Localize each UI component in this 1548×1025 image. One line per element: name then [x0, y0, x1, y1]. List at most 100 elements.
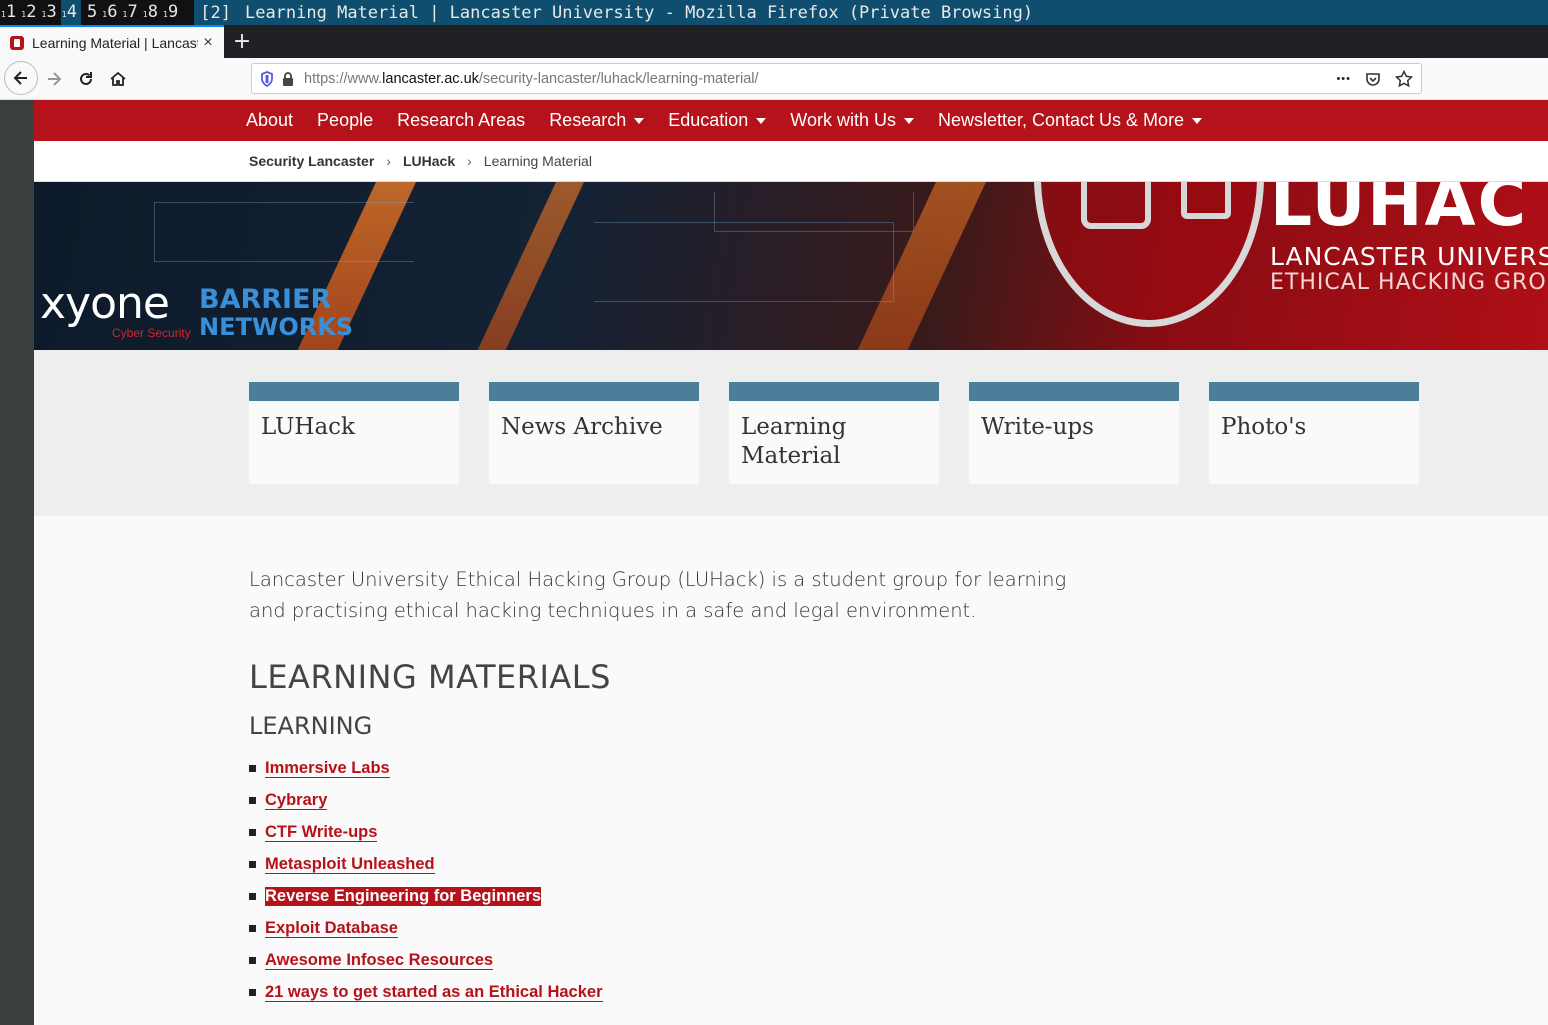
list-item: Awesome Infosec Resources: [249, 944, 1548, 976]
chevron-right-icon: ›: [467, 153, 472, 169]
square-bullet-icon: [249, 764, 256, 772]
banner-circuit-line: [154, 202, 414, 262]
home-button[interactable]: [102, 63, 134, 95]
left-sidebar-strip: [0, 100, 34, 1025]
caret-down-icon: [756, 117, 767, 124]
section-card-news-archive[interactable]: News Archive: [489, 382, 699, 484]
section-card-write-ups[interactable]: Write-ups: [969, 382, 1179, 484]
url-bar[interactable]: https://www.lancaster.ac.uk/security-lan…: [251, 63, 1422, 94]
workspace-window-marker: 1: [142, 10, 148, 19]
workspace-3[interactable]: 13: [41, 0, 61, 25]
square-bullet-icon: [249, 796, 256, 804]
square-bullet-icon: [249, 924, 256, 932]
section-card-title: Learning Material: [741, 414, 847, 469]
learning-resource-link[interactable]: CTF Write-ups: [265, 823, 378, 842]
main-content: Lancaster University Ethical Hacking Gro…: [34, 516, 1548, 1008]
browser-navigation-bar: https://www.lancaster.ac.uk/security-lan…: [0, 58, 1548, 100]
pocket-icon[interactable]: [1365, 71, 1381, 87]
workspace-6[interactable]: 16: [101, 0, 121, 25]
reload-button[interactable]: [70, 63, 102, 95]
workspace-window-marker: 1: [61, 10, 67, 19]
learning-resource-link[interactable]: Cybrary: [265, 791, 328, 810]
sitenav-item-research[interactable]: Research: [549, 110, 645, 131]
banner-circuit-line: [714, 192, 914, 232]
sitenav-item-label: People: [317, 110, 374, 130]
sitenav-item-research-areas[interactable]: Research Areas: [397, 110, 525, 131]
sitenav-item-education[interactable]: Education: [668, 110, 767, 131]
web-page: About People Research Areas Research Educati…: [34, 100, 1548, 1025]
section-card-photo-s[interactable]: Photo's: [1209, 382, 1419, 484]
forward-button[interactable]: [38, 63, 70, 95]
square-bullet-icon: [249, 892, 256, 900]
close-tab-icon[interactable]: ×: [198, 34, 218, 52]
browser-tab-active[interactable]: Learning Material | Lancaster University…: [0, 25, 224, 58]
learning-resource-link[interactable]: Metasploit Unleashed: [265, 855, 435, 874]
shield-lock-shape: [1081, 182, 1151, 229]
url-domain: lancaster.ac.uk: [382, 70, 479, 87]
sitenav-item-people[interactable]: People: [317, 110, 373, 131]
learning-resource-link[interactable]: 21 ways to get started as an Ethical Hac…: [265, 983, 603, 1002]
learning-resource-link[interactable]: Awesome Infosec Resources: [265, 951, 494, 970]
sitenav-item-label: Work with Us: [790, 110, 896, 130]
chevron-right-icon: ›: [386, 153, 391, 169]
workspace-number: 6: [107, 2, 118, 22]
learning-link-list: Immersive Labs Cybrary CTF Write-ups Metasp…: [249, 752, 1548, 1008]
bookmark-star-icon[interactable]: [1395, 69, 1413, 88]
workspace-7[interactable]: 17: [122, 0, 142, 25]
banner-stripe: [453, 182, 603, 350]
workspace-number: 8: [147, 2, 158, 22]
workspace-number: 3: [46, 2, 57, 22]
workspace-window-marker: 1: [41, 10, 47, 19]
new-tab-button[interactable]: +: [230, 25, 254, 58]
square-bullet-icon: [249, 828, 256, 836]
lock-icon[interactable]: [282, 71, 294, 86]
sitenav-item-label: Newsletter, Contact Us & More: [937, 110, 1185, 130]
back-button[interactable]: [4, 61, 38, 95]
workspace-1[interactable]: 11: [0, 0, 20, 25]
barrier-networks-logo-top: BARRIER: [199, 284, 332, 315]
workspace-2[interactable]: 12: [20, 0, 40, 25]
workspace-4[interactable]: 14: [60, 0, 81, 25]
workspace-list: 11121314516171819: [0, 0, 195, 25]
page-heading: LEARNING MATERIALS: [249, 658, 611, 696]
sitenav-item-work-with-us[interactable]: Work with Us: [790, 110, 914, 131]
luhack-shield-logo: [1034, 182, 1264, 327]
luhack-university-text: LANCASTER UNIVERSITY: [1270, 242, 1548, 271]
caret-down-icon: [1192, 117, 1203, 124]
shield-lock-shape: [1181, 182, 1231, 219]
section-cards: LUHack News Archive Learning Material Write…: [34, 350, 1548, 516]
section-card-luhack[interactable]: LUHack: [249, 382, 459, 484]
learning-resource-link[interactable]: Exploit Database: [265, 919, 398, 938]
url-path: /security-lancaster/luhack/learning-mate…: [478, 70, 759, 87]
sitenav-item-about[interactable]: About: [246, 110, 293, 131]
workspace-8[interactable]: 18: [142, 0, 162, 25]
sitenav-item-newsletter-contact-us-more[interactable]: Newsletter, Contact Us & More: [937, 110, 1203, 131]
section-card-learning-material[interactable]: Learning Material: [729, 382, 939, 484]
page-actions-menu-icon[interactable]: •••: [1336, 73, 1351, 85]
luhack-banner: xyone Cyber Security BARRIER NETWORKS LU…: [34, 182, 1548, 350]
workspace-9[interactable]: 19: [162, 0, 182, 25]
list-item: CTF Write-ups: [249, 816, 1548, 848]
learning-resource-link[interactable]: Immersive Labs: [265, 759, 390, 778]
reload-icon: [80, 72, 92, 85]
workspace-5[interactable]: 5: [81, 0, 101, 25]
wm-window-title: Learning Material | Lancaster University…: [244, 2, 1034, 23]
section-card-title: LUHack: [261, 414, 355, 440]
learning-resource-link[interactable]: Reverse Engineering for Beginners: [265, 886, 541, 906]
workspace-number: 9: [168, 2, 179, 22]
browser-tab-strip: Learning Material | Lancaster University…: [0, 25, 1548, 58]
breadcrumb-link[interactable]: LUHack: [403, 153, 455, 169]
luhack-group-text: ETHICAL HACKING GROUP: [1270, 270, 1548, 295]
list-item: 21 ways to get started as an Ethical Hac…: [249, 976, 1548, 1008]
xyone-logo-subtitle: Cyber Security: [112, 326, 191, 340]
list-item: Cybrary: [249, 784, 1548, 816]
breadcrumb-link[interactable]: Security Lancaster: [249, 153, 374, 169]
url-text[interactable]: https://www.lancaster.ac.uk/security-lan…: [304, 71, 759, 87]
caret-down-icon: [634, 117, 645, 124]
barrier-networks-logo-bottom: NETWORKS: [199, 313, 354, 341]
workspace-number: 7: [127, 2, 138, 22]
list-item: Reverse Engineering for Beginners: [249, 880, 1548, 912]
window-manager-bar: 11121314516171819 [2] Learning Material …: [0, 0, 1548, 25]
section-card-title: Photo's: [1221, 414, 1307, 440]
tracking-protection-shield-icon[interactable]: [260, 70, 274, 87]
